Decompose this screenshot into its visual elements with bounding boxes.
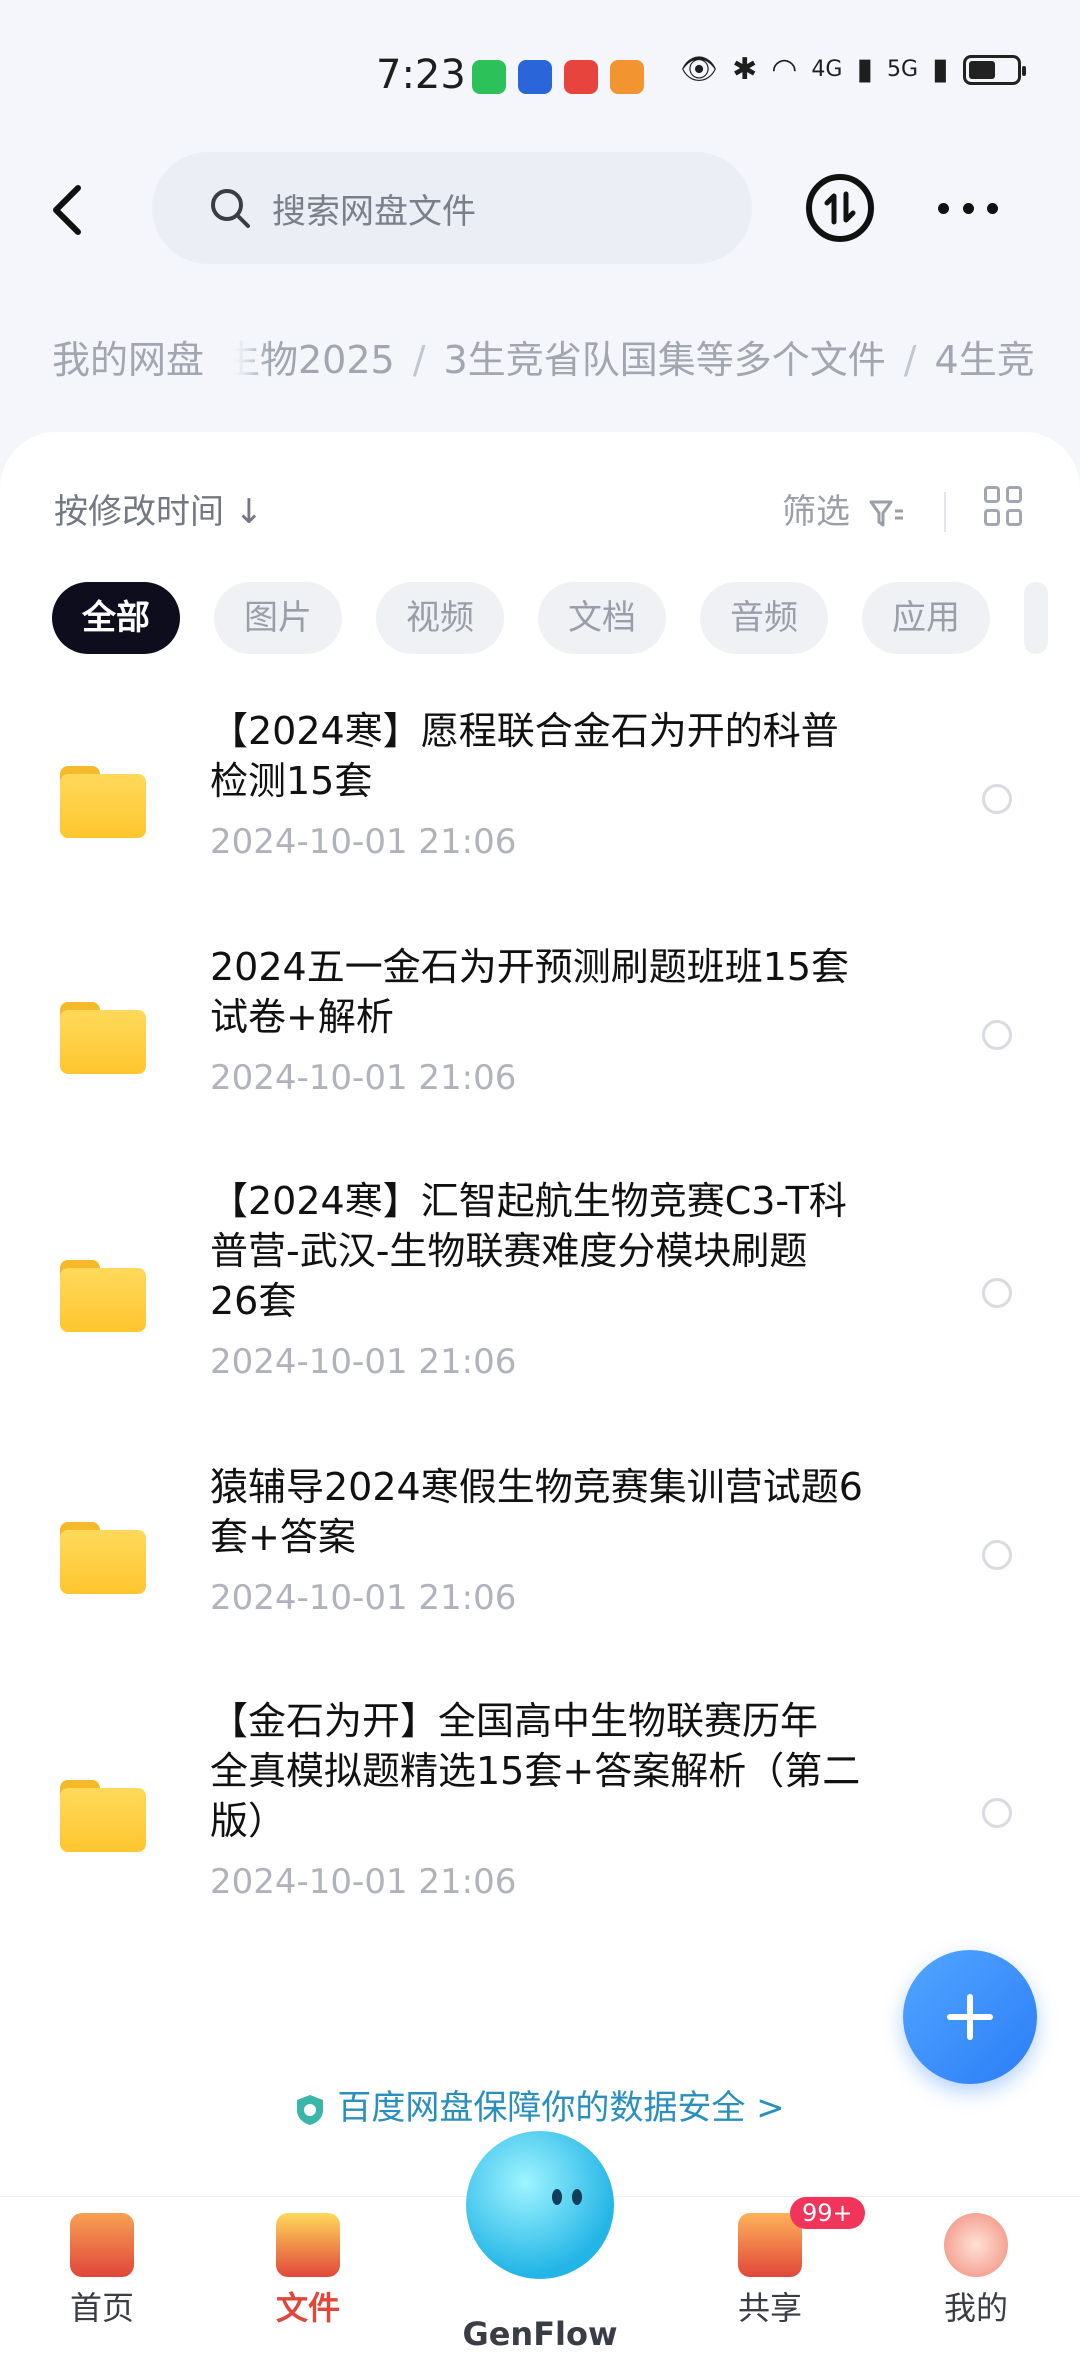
network-5g-label: 5G (886, 57, 919, 82)
grid-cell-icon (984, 509, 1000, 526)
wechat-icon (472, 60, 506, 94)
grid-cell-icon (984, 486, 1000, 503)
category-tabs: 全部 图片 视频 文档 音频 应用 (52, 582, 1048, 654)
file-date: 2024-10-01 21:06 (210, 1058, 517, 1098)
transfer-button[interactable] (806, 174, 874, 242)
file-date: 2024-10-01 21:06 (210, 1578, 517, 1618)
bluetooth-icon: ✱ (732, 52, 758, 87)
select-checkbox[interactable] (982, 1020, 1012, 1050)
network-4g-label: 4G (811, 57, 843, 82)
bottom-nav: 首页 文件 GenFlow 99+ 共享 我的 (0, 2131, 1080, 2377)
wifi-icon: ◠ (771, 52, 798, 87)
file-name: 【2024寒】愿程联合金石为开的科普 检测15套 (210, 709, 839, 803)
list-item[interactable]: 【2024寒】愿程联合金石为开的科普 检测15套 2024-10-01 21:0… (0, 686, 1080, 896)
tab-apps[interactable]: 应用 (862, 582, 990, 654)
nav-share[interactable]: 99+ 共享 (700, 2197, 865, 2329)
breadcrumb-item[interactable]: 生物2025 (222, 338, 395, 382)
filter-button[interactable]: 筛选 (782, 484, 905, 533)
folder-icon (60, 1780, 146, 1852)
nav-me[interactable]: 我的 (906, 2213, 1046, 2329)
home-icon (70, 2213, 134, 2277)
breadcrumb-root[interactable]: 我的网盘 (24, 320, 233, 400)
folder-icon (60, 1002, 146, 1074)
status-app-icons (472, 60, 644, 94)
nav-home[interactable]: 首页 (32, 2213, 172, 2329)
battery-icon (962, 54, 1026, 85)
breadcrumb-item[interactable]: 3生竞省队国集等多个文件 (444, 338, 886, 382)
nav-genflow-label: GenFlow (462, 2315, 618, 2353)
genflow-button[interactable] (466, 2131, 614, 2279)
tab-audio[interactable]: 音频 (700, 582, 828, 654)
top-bar: 搜索网盘文件 (0, 150, 1080, 270)
share-badge: 99+ (790, 2197, 865, 2229)
file-name: 【2024寒】汇智起航生物竞赛C3-T科 普营-武汉-生物联赛难度分模块刷题 2… (210, 1179, 847, 1323)
transfer-arrows-icon (824, 191, 856, 225)
status-bar: 7:23 👁 ✱ ◠ 4G ▮ 5G ▮ (0, 0, 1080, 150)
file-name: 【金石为开】全国高中生物联赛历年 全真模拟题精选15套+答案解析（第二 版） (210, 1699, 861, 1843)
shield-icon (297, 2094, 324, 2125)
select-checkbox[interactable] (982, 1278, 1012, 1308)
dot-icon (938, 202, 949, 214)
search-icon (211, 189, 250, 228)
filter-icon (869, 500, 903, 526)
breadcrumb-trail: 生物2025/3生竞省队国集等多个文件/4生竞 (222, 338, 1035, 382)
status-time: 7:23 (376, 52, 466, 98)
grid-cell-icon (1006, 509, 1022, 526)
more-button[interactable] (938, 188, 998, 228)
file-name: 猿辅导2024寒假生物竞赛集训营试题6 套+答案 (210, 1465, 863, 1559)
status-system-icons: 👁 ✱ ◠ 4G ▮ 5G ▮ (680, 52, 1026, 87)
signal-icon: ▮ (932, 52, 949, 87)
red-app-icon (564, 60, 598, 94)
grid-view-button[interactable] (984, 486, 1024, 526)
back-button[interactable] (40, 180, 100, 240)
sort-filter-row: 按修改时间 ↓ 筛选 (54, 484, 1034, 544)
search-placeholder: 搜索网盘文件 (272, 191, 476, 232)
security-notice-text: 百度网盘保障你的数据安全 > (337, 2088, 785, 2128)
tab-documents[interactable]: 文档 (538, 582, 666, 654)
list-item[interactable]: 猿辅导2024寒假生物竞赛集训营试题6 套+答案 2024-10-01 21:0… (0, 1442, 1080, 1652)
breadcrumb: 生物2025/3生竞省队国集等多个文件/4生竞 我的网盘 (0, 320, 1080, 400)
dot-icon (987, 202, 998, 214)
folder-icon (60, 766, 146, 838)
nav-me-label: 我的 (943, 2289, 1008, 2327)
nav-files[interactable]: 文件 (238, 2213, 378, 2329)
folder-icon (60, 1522, 146, 1594)
video-app-icon (610, 60, 644, 94)
nav-share-label: 共享 (737, 2289, 802, 2327)
files-icon (276, 2213, 340, 2277)
search-input[interactable]: 搜索网盘文件 (152, 152, 752, 264)
file-date: 2024-10-01 21:06 (210, 1862, 517, 1902)
list-item[interactable]: 【金石为开】全国高中生物联赛历年 全真模拟题精选15套+答案解析（第二 版） 2… (0, 1676, 1080, 1936)
select-checkbox[interactable] (982, 1540, 1012, 1570)
avatar (944, 2213, 1008, 2277)
signal-icon: ▮ (856, 52, 873, 87)
dot-icon (962, 202, 974, 214)
eye-icon: 👁 (680, 52, 719, 87)
tab-more[interactable] (1024, 582, 1048, 654)
eye-icon (572, 2189, 582, 2205)
file-date: 2024-10-01 21:06 (210, 1342, 517, 1382)
folder-icon (60, 1260, 146, 1332)
breadcrumb-item[interactable]: 4生竞 (935, 338, 1035, 382)
eye-icon (552, 2189, 562, 2205)
nav-home-label: 首页 (69, 2289, 134, 2327)
select-checkbox[interactable] (982, 1798, 1012, 1828)
filter-label: 筛选 (782, 492, 850, 532)
nav-files-label: 文件 (275, 2289, 340, 2327)
grid-cell-icon (1006, 486, 1022, 503)
tab-all[interactable]: 全部 (52, 582, 180, 654)
list-item[interactable]: 【2024寒】汇智起航生物竞赛C3-T科 普营-武汉-生物联赛难度分模块刷题 2… (0, 1156, 1080, 1416)
add-button[interactable] (903, 1950, 1037, 2084)
select-checkbox[interactable] (982, 784, 1012, 814)
security-notice[interactable]: 百度网盘保障你的数据安全 > (0, 2080, 1080, 2129)
divider (944, 492, 946, 532)
file-date: 2024-10-01 21:06 (210, 822, 517, 862)
chevron-left-icon (53, 185, 81, 235)
bulb-app-icon (518, 60, 552, 94)
list-item[interactable]: 2024五一金石为开预测刷题班班15套 试卷+解析 2024-10-01 21:… (0, 922, 1080, 1132)
tab-images[interactable]: 图片 (214, 582, 342, 654)
file-name: 2024五一金石为开预测刷题班班15套 试卷+解析 (210, 945, 850, 1039)
tab-videos[interactable]: 视频 (376, 582, 504, 654)
sort-button[interactable]: 按修改时间 ↓ (54, 484, 263, 533)
